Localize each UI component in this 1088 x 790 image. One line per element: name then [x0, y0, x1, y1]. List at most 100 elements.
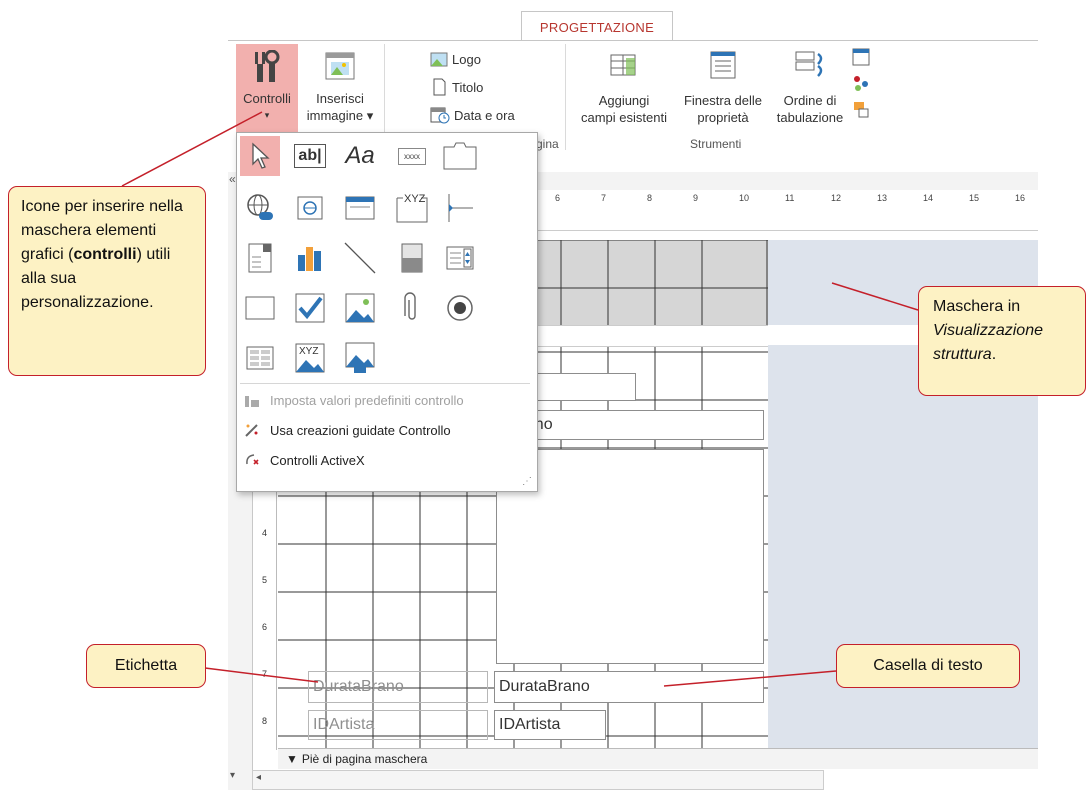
data-ora-button[interactable]: Data e ora: [430, 106, 515, 124]
menu-usa-creazioni-guidate[interactable]: Usa creazioni guidate Controllo: [244, 422, 451, 438]
activex-icon: [246, 454, 259, 465]
label-glyph: Aa: [345, 142, 375, 169]
titolo-button[interactable]: Titolo: [430, 78, 483, 96]
logo-button[interactable]: Logo: [430, 50, 481, 68]
image-control-icon[interactable]: [340, 288, 380, 328]
button-icon[interactable]: xxxx: [392, 136, 432, 176]
option-button-icon[interactable]: [440, 288, 480, 328]
nav-pane-arrow[interactable]: «: [229, 172, 236, 186]
callout-maschera-italic: Visualizzazione struttura: [933, 322, 1043, 363]
horizontal-scrollbar[interactable]: [252, 770, 824, 790]
page-break-icon[interactable]: [440, 188, 480, 228]
label-durata-brano[interactable]: DurataBrano: [308, 671, 488, 703]
callout-icone: Icone per inserire nella maschera elemen…: [8, 186, 206, 376]
aggiungi-campi-button[interactable]: Aggiungi campi esistenti: [572, 48, 676, 126]
ordine-label-2: tabulazione: [776, 110, 844, 125]
menu-activex-label: Controlli ActiveX: [270, 452, 365, 468]
menu-controlli-activex[interactable]: Controlli ActiveX: [244, 452, 365, 468]
textbox-icon[interactable]: ab|: [290, 136, 330, 176]
label-icon[interactable]: Aa: [340, 136, 380, 176]
ruler-tick-label: 10: [739, 193, 750, 203]
label-idartista-text: IDArtista: [313, 716, 375, 733]
ribbon-separator: [565, 44, 566, 150]
callout-etichetta: Etichetta: [86, 644, 206, 688]
web-browser-icon[interactable]: [290, 188, 330, 228]
group-intestazione-label: gina: [536, 137, 559, 151]
small-tool-column: [852, 48, 874, 118]
finestra-proprieta-button[interactable]: Finestra delle proprietà: [676, 48, 770, 126]
menu-imposta-label: Imposta valori predefiniti controllo: [270, 392, 464, 408]
textbox-durata-text: DurataBrano: [499, 678, 590, 695]
label-idartista[interactable]: IDArtista: [308, 710, 488, 740]
textbox-durata-brano[interactable]: DurataBrano: [494, 671, 764, 703]
ruler-tick-label: 8: [647, 193, 653, 203]
option-group-text: XYZ: [404, 193, 426, 205]
inserisci-immagine-button[interactable]: Inserisci immagine ▾: [302, 44, 378, 132]
scroll-left-icon[interactable]: ◂: [256, 772, 261, 783]
ruler-tick-label: 13: [877, 193, 888, 203]
ruler-tick-label: 9: [693, 193, 699, 203]
label-durata-text: DurataBrano: [313, 678, 404, 695]
checkbox-icon[interactable]: [290, 288, 330, 328]
controlli-button[interactable]: Controlli ▾: [236, 44, 298, 132]
controlli-label: Controlli: [243, 91, 291, 106]
vertical-scroll-down-icon[interactable]: ▾: [230, 770, 235, 781]
ruler-tick-label: 6: [262, 622, 268, 632]
rectangle-icon[interactable]: [240, 288, 280, 328]
view-code-icon[interactable]: [852, 74, 870, 92]
date-time-icon: [430, 107, 450, 124]
set-defaults-icon: [245, 396, 259, 407]
ruler-tick-label: 12: [831, 193, 842, 203]
tab-control-icon[interactable]: [440, 136, 480, 176]
textbox-glyph: ab|: [294, 144, 326, 168]
object-frame-text: XYZ: [299, 346, 318, 357]
form-footer-bar[interactable]: ▼ Piè di pagina maschera: [278, 748, 1038, 769]
controls-gallery: [236, 132, 538, 492]
toggle-icon[interactable]: [392, 238, 432, 278]
resize-grip-icon[interactable]: ⋰: [522, 476, 532, 487]
ruler-tick-label: 5: [262, 575, 268, 585]
ruler-tick-label: 4: [262, 528, 268, 538]
button-glyph: xxxx: [398, 147, 426, 165]
tab-order-icon: [795, 51, 823, 77]
logo-label: Logo: [452, 51, 481, 67]
convert-macros-icon[interactable]: [852, 100, 870, 118]
menu-usa-label: Usa creazioni guidate Controllo: [270, 422, 451, 438]
combo-box-icon[interactable]: [240, 238, 280, 278]
ruler-tick-label: 8: [262, 716, 268, 726]
logo-icon: [430, 52, 448, 67]
data-ora-label: Data e ora: [454, 107, 515, 123]
textbox-idartista-text: IDArtista: [499, 716, 561, 733]
wizard-icon: [245, 424, 258, 437]
tab-progettazione[interactable]: PROGETTAZIONE: [521, 11, 673, 42]
hyperlink-icon[interactable]: [240, 188, 280, 228]
list-box-icon[interactable]: [440, 238, 480, 278]
line-icon[interactable]: [340, 238, 380, 278]
chart-icon[interactable]: [290, 238, 330, 278]
inserisci-label: Inserisci: [316, 91, 364, 106]
ruler-tick-label: 7: [601, 193, 607, 203]
titolo-label: Titolo: [452, 79, 484, 95]
aggiungi-label: Aggiungi: [598, 93, 650, 108]
callout-casella-text: Casella di testo: [873, 657, 983, 674]
pointer-icon[interactable]: [240, 136, 280, 176]
controlli-arrow: ▾: [264, 110, 270, 120]
tools-icon: [255, 50, 280, 82]
unbound-object-icon[interactable]: [340, 338, 380, 378]
ordine-tabulazione-button[interactable]: Ordine di tabulazione: [770, 48, 850, 126]
ruler-tick-label: 7: [262, 669, 268, 679]
footer-arrow-icon: ▼: [286, 752, 298, 766]
navigation-icon[interactable]: [340, 188, 380, 228]
title-icon: [433, 78, 446, 96]
option-group-icon[interactable]: XYZ: [392, 188, 432, 228]
textbox-idartista[interactable]: IDArtista: [494, 710, 606, 740]
subform-new-window-icon[interactable]: [852, 48, 870, 66]
attachment-icon[interactable]: [392, 288, 432, 328]
callout-maschera-line-1: Maschera in: [933, 298, 1021, 315]
ruler-tick-label: 16: [1015, 193, 1026, 203]
aggiungi-label-2: campi esistenti: [581, 110, 667, 125]
group-strumenti-label: Strumenti: [690, 137, 742, 151]
object-frame-icon[interactable]: XYZ: [290, 338, 330, 378]
subform-icon[interactable]: [240, 338, 280, 378]
callout-maschera: Maschera in Visualizzazione struttura.: [918, 286, 1086, 396]
